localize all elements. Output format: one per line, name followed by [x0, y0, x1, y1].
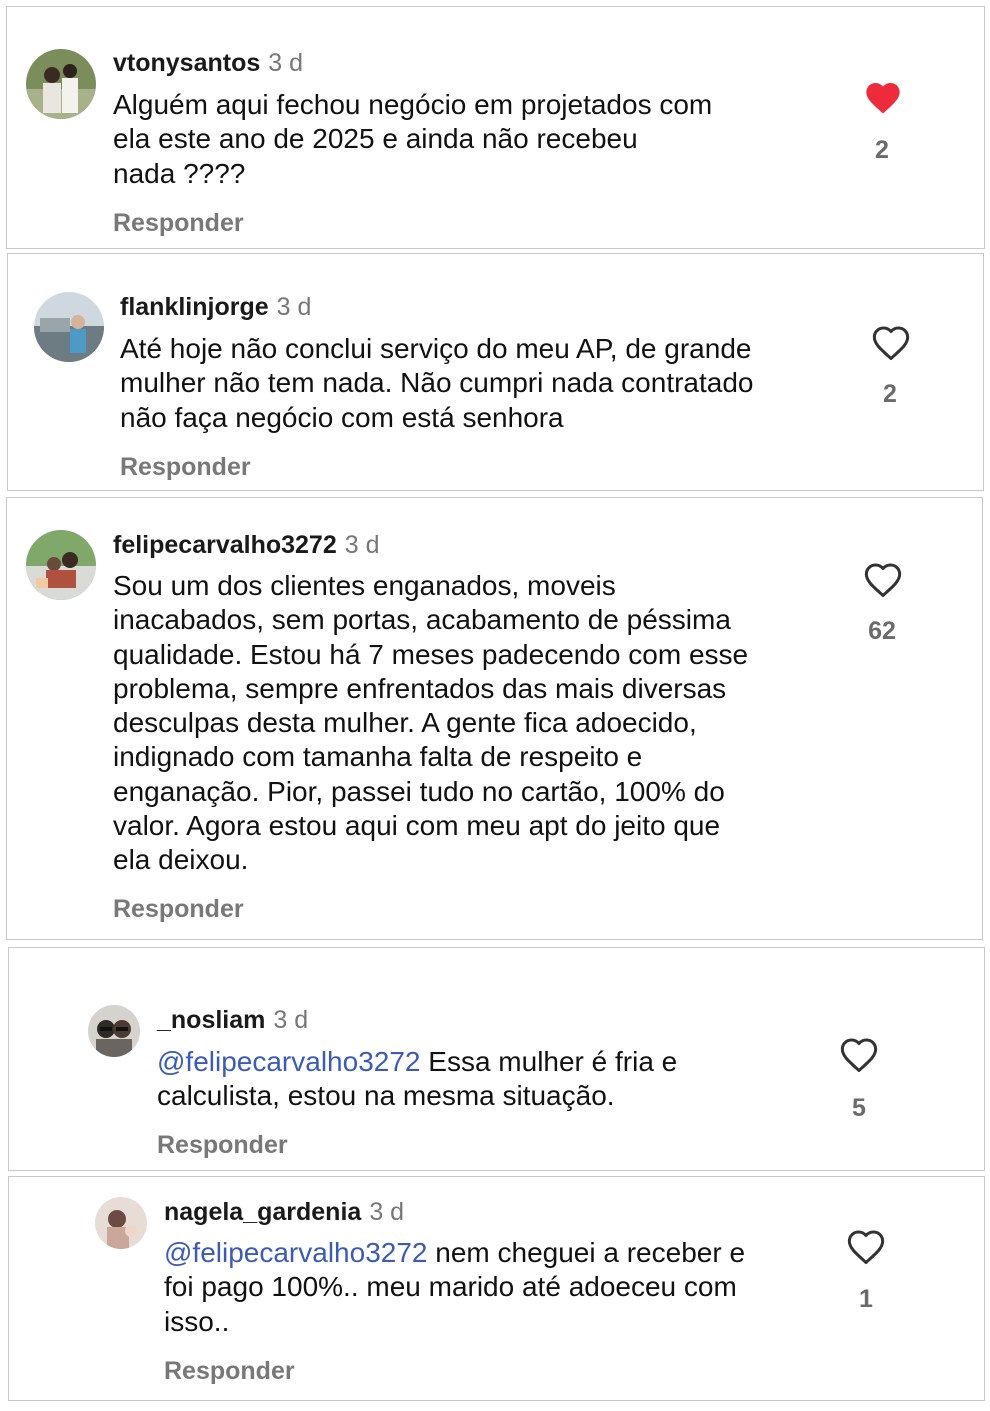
comment-line: foi pago 100%.. meu marido até adoeceu c… [164, 1271, 737, 1303]
mention-link[interactable]: @felipecarvalho3272 [164, 1237, 427, 1268]
comment-line: indignado com tamanha falta de respeito … [113, 741, 643, 773]
comment-line: enganação. Pior, passei tudo no cartão, … [113, 775, 725, 807]
avatar[interactable] [26, 49, 96, 119]
comment-line: não faça negócio com está senhora [120, 401, 564, 433]
comment-line: problema, sempre enfrentados das mais di… [113, 672, 727, 704]
reply-button[interactable]: Responder [157, 1130, 288, 1160]
comment-line: valor. Agora estou aqui com meu apt do j… [113, 810, 721, 842]
comment-line: isso.. [164, 1305, 230, 1337]
comment-text: Sou um dos clientes enganados, moveis in… [113, 569, 748, 878]
like-count: 5 [852, 1094, 866, 1122]
comment-line-text: Essa mulher é fria e [420, 1046, 678, 1077]
comment-text: Até hoje não conclui serviço do meu AP, … [120, 332, 754, 435]
comment-line: nada ???? [113, 157, 246, 189]
like-count: 2 [875, 136, 889, 164]
comment-line: calculista, estou na mesma situação. [157, 1080, 615, 1112]
comment-meta: _nosliam 3 d [157, 1005, 308, 1035]
mention-link[interactable]: @felipecarvalho3272 [157, 1046, 420, 1077]
avatar[interactable] [88, 1005, 140, 1057]
comment-line: @felipecarvalho3272 nem cheguei a recebe… [164, 1236, 745, 1270]
heart-outline-icon[interactable] [863, 560, 903, 600]
comment-meta: vtonysantos 3 d [113, 48, 303, 78]
comment-time: 3 d [344, 531, 380, 559]
comment-line: @felipecarvalho3272 Essa mulher é fria e [157, 1045, 677, 1079]
comment-card: _nosliam 3 d @felipecarvalho3272 Essa mul… [8, 947, 985, 1171]
comment-line: Alguém aqui fechou negócio em projetados… [113, 89, 713, 120]
comment-line: desculpas desta mulher. A gente fica ado… [113, 707, 697, 739]
comment-text: Alguém aqui fechou negócio em projetados… [113, 88, 712, 191]
comment-line: ela deixou. [113, 844, 249, 876]
reply-button[interactable]: Responder [164, 1356, 295, 1386]
reply-button[interactable]: Responder [120, 452, 251, 482]
heart-outline-icon[interactable] [839, 1035, 879, 1075]
comment-line: ela este ano de 2025 e ainda não recebeu [113, 123, 638, 155]
comment-text: @felipecarvalho3272 nem cheguei a recebe… [164, 1236, 745, 1339]
like-count: 62 [868, 617, 896, 645]
comment-meta: felipecarvalho3272 3 d [113, 530, 380, 560]
comment-meta: flanklinjorge 3 d [120, 292, 311, 322]
heart-outline-icon[interactable] [871, 323, 911, 363]
username[interactable]: felipecarvalho3272 [113, 531, 337, 559]
avatar[interactable] [26, 530, 96, 600]
like-count: 1 [859, 1285, 873, 1313]
like-count: 2 [883, 380, 897, 408]
comment-time: 3 d [276, 293, 312, 321]
comment-time: 3 d [369, 1198, 405, 1226]
comment-line-text: nem cheguei a receber e [427, 1237, 746, 1268]
comment-line: Sou um dos clientes enganados, moveis [113, 570, 616, 601]
comment-card: nagela_gardenia 3 d @felipecarvalho3272 n… [8, 1176, 985, 1401]
comment-time: 3 d [268, 49, 304, 77]
username[interactable]: flanklinjorge [120, 293, 269, 321]
comment-time: 3 d [273, 1006, 309, 1034]
comment-meta: nagela_gardenia 3 d [164, 1197, 404, 1227]
heart-filled-icon[interactable] [863, 78, 903, 118]
comment-line: Até hoje não conclui serviço do meu AP, … [120, 333, 752, 364]
comment-card: flanklinjorge 3 d Até hoje não conclui se… [7, 253, 984, 491]
comment-card: vtonysantos 3 d Alguém aqui fechou negóci… [6, 6, 985, 249]
avatar[interactable] [34, 292, 104, 362]
username[interactable]: nagela_gardenia [164, 1198, 361, 1226]
avatar[interactable] [95, 1197, 147, 1249]
comment-text: @felipecarvalho3272 Essa mulher é fria e… [157, 1045, 677, 1114]
comment-line: inacabados, sem portas, acabamento de pé… [113, 604, 731, 636]
comment-card: felipecarvalho3272 3 d Sou um dos cliente… [6, 497, 983, 940]
comment-line: mulher não tem nada. Não cumpri nada con… [120, 367, 754, 399]
heart-outline-icon[interactable] [846, 1227, 886, 1267]
reply-button[interactable]: Responder [113, 208, 244, 238]
comment-line: qualidade. Estou há 7 meses padecendo co… [113, 638, 749, 670]
username[interactable]: _nosliam [157, 1006, 265, 1034]
username[interactable]: vtonysantos [113, 49, 260, 77]
reply-button[interactable]: Responder [113, 894, 244, 924]
